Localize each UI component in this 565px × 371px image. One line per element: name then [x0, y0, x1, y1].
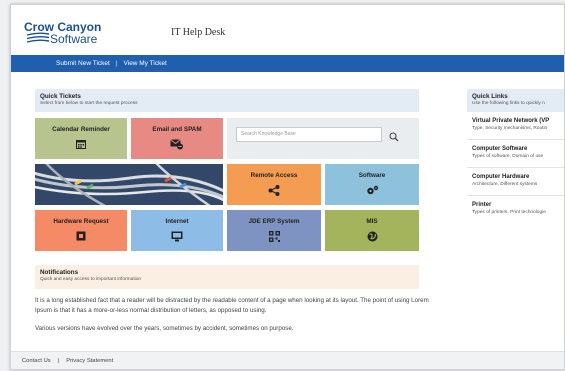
share-icon [268, 185, 280, 198]
cables-photo [35, 164, 223, 205]
company-logo[interactable]: Crow Canyon Software [24, 21, 114, 49]
gears-icon [366, 185, 379, 198]
quick-link-title: Computer Hardware [472, 174, 530, 180]
quick-link-desc: Architecture, Different systems [472, 182, 538, 187]
quick-link-title: Computer Software [472, 146, 528, 152]
notifications-panel: Notifications Quick and easy access to i… [35, 265, 419, 289]
tile-jde-erp-system[interactable]: JDE ERP System [227, 210, 321, 251]
qr-icon [268, 231, 280, 244]
tile-label: Hardware Request [53, 218, 109, 225]
quick-links-header: Quick Links Use the following links to q… [467, 89, 564, 112]
footer-separator: | [57, 358, 60, 364]
contact-us-link[interactable]: Contact Us [22, 358, 51, 364]
quick-link-item[interactable]: Virtual Private Network (VP Type, Securi… [467, 112, 564, 140]
globe-icon [367, 231, 378, 244]
tile-label: Remote Access [250, 172, 298, 179]
nav-bar: Submit New Ticket | View My Ticket [11, 55, 564, 72]
tile-label: MIS [366, 218, 378, 225]
app-title: IT Help Desk [171, 27, 226, 38]
quick-tickets-subtitle: Select from below to start the request p… [40, 101, 138, 106]
quick-link-item[interactable]: Printer Types of printers, Print technol… [467, 196, 564, 224]
tile-label: Software [358, 172, 386, 179]
tile-hardware-request[interactable]: Hardware Request [35, 210, 127, 251]
nav-separator: | [115, 60, 118, 67]
page-footer: Contact Us | Privacy Statement [11, 351, 564, 369]
quick-link-title: Printer [472, 202, 492, 208]
quick-tickets-header: Quick Tickets Select from below to start… [35, 89, 419, 112]
main-content: Quick Tickets Select from below to start… [35, 89, 419, 112]
privacy-statement-link[interactable]: Privacy Statement [66, 358, 113, 364]
quick-link-item[interactable]: Computer Hardware Architecture, Differen… [467, 168, 564, 196]
quick-tickets-title: Quick Tickets [40, 93, 81, 100]
search-input[interactable]: Search Knowledge Base [236, 127, 382, 142]
browser-frame: Crow Canyon Software IT Help Desk Submit… [10, 4, 565, 370]
body-paragraph-2: Various versions have evolved over the y… [35, 325, 294, 332]
view-my-ticket-link[interactable]: View My Ticket [124, 60, 167, 67]
tile-calendar-reminder[interactable]: Calendar Reminder [35, 118, 127, 159]
tile-label: Calendar Reminder [52, 126, 110, 133]
tile-remote-access[interactable]: Remote Access [227, 164, 321, 205]
page-header: Crow Canyon Software IT Help Desk [11, 5, 564, 55]
search-icon[interactable] [389, 129, 399, 147]
tile-label: JDE ERP System [248, 218, 300, 225]
tile-internet[interactable]: Internet [131, 210, 223, 251]
quick-links-title: Quick Links [472, 93, 508, 100]
notifications-subtitle: Quick and easy access to important infor… [40, 277, 142, 282]
tile-software[interactable]: Software [325, 164, 419, 205]
search-area: Search Knowledge Base [227, 118, 419, 159]
quick-links-panel: Quick Links Use the following links to q… [467, 89, 564, 224]
calendar-icon [76, 139, 86, 151]
tile-label: Internet [165, 218, 189, 225]
tile-mis[interactable]: MIS [325, 210, 419, 251]
email-spam-icon [170, 139, 184, 152]
quick-link-desc: Types of printers, Print technologie [472, 210, 546, 215]
monitor-icon [171, 231, 183, 244]
quick-link-desc: Types of software, Domain of use [472, 154, 544, 159]
quick-link-title: Virtual Private Network (VP [472, 118, 550, 124]
quick-link-desc: Type, Security mechanisms, Routin [472, 126, 548, 131]
notifications-title: Notifications [40, 269, 79, 276]
tile-email-spam[interactable]: Email and SPAM [131, 118, 223, 159]
quick-links-subtitle: Use the following links to quickly n [472, 101, 545, 106]
hardware-icon [76, 231, 86, 243]
submit-new-ticket-link[interactable]: Submit New Ticket [56, 60, 110, 67]
quick-link-item[interactable]: Computer Software Types of software, Dom… [467, 140, 564, 168]
logo-swoosh-icon [26, 32, 50, 43]
body-paragraph-1: It is a long established fact that a rea… [35, 297, 429, 314]
tile-label: Email and SPAM [152, 126, 202, 133]
